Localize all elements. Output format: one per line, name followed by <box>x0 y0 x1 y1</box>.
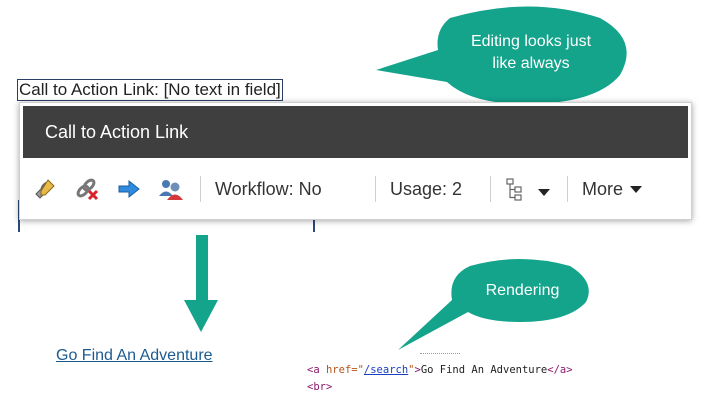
toolbar-divider <box>490 176 491 202</box>
markup-br-line: <br> <box>307 381 333 393</box>
chevron-down-icon <box>630 186 643 193</box>
rendered-link[interactable]: Go Find An Adventure <box>56 347 213 365</box>
markup-anchor-line: <a href="/search">Go Find An Adventure</… <box>307 364 573 376</box>
users-icon[interactable] <box>158 176 184 202</box>
toolbar-divider <box>200 176 201 202</box>
usage-button[interactable]: Usage: 2 <box>390 179 490 200</box>
chevron-down-icon <box>538 189 550 196</box>
tree-dropdown[interactable] <box>505 177 567 201</box>
edit-link-icon[interactable] <box>32 176 58 202</box>
toolbar-divider <box>567 176 568 202</box>
more-label: More <box>582 178 624 199</box>
code-crop-edge <box>420 353 460 357</box>
workflow-button[interactable]: Workflow: No <box>215 179 375 200</box>
go-to-link-icon[interactable] <box>116 176 142 202</box>
rendered-markup: <a href="/search">Go Find An Adventure</… <box>307 362 573 396</box>
toolbar-actions: Workflow: No Usage: 2 More <box>20 163 691 215</box>
more-button[interactable]: More <box>582 179 643 200</box>
rendering-callout-label: Rendering <box>485 282 560 299</box>
markup-href[interactable]: /search <box>364 364 408 376</box>
toolbar-title: Call to Action Link <box>23 106 688 158</box>
editing-callout-line-2: like always <box>492 55 570 72</box>
tree-icon <box>506 178 522 201</box>
field-label[interactable]: Call to Action Link: [No text in field] <box>17 79 283 101</box>
editing-callout-line-1: Editing looks just <box>470 33 592 50</box>
remove-link-icon[interactable] <box>74 176 100 202</box>
field-toolbar: Call to Action Link Workflow: No Usage: … <box>19 102 692 220</box>
toolbar-divider <box>375 176 376 202</box>
